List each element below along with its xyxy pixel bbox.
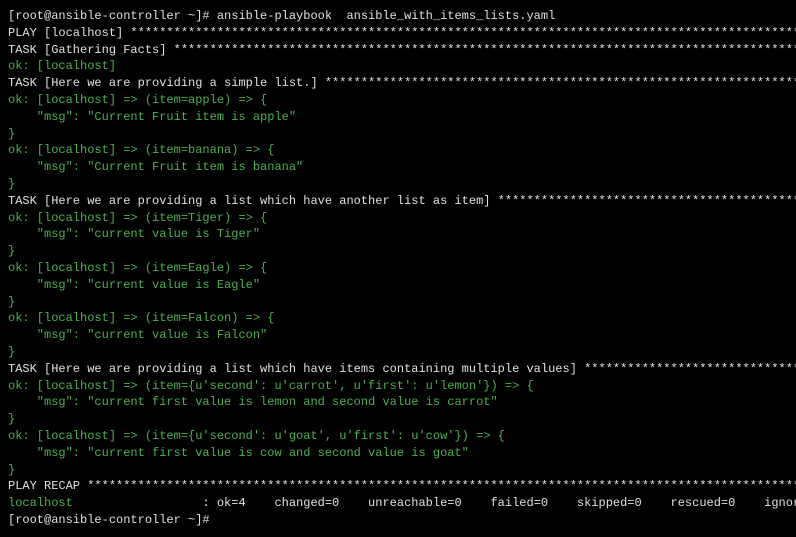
play-recap-header: PLAY RECAP *****************************… bbox=[8, 478, 788, 495]
item-banana: ok: [localhost] => (item=banana) => { bbox=[8, 142, 788, 159]
item-falcon: ok: [localhost] => (item=Falcon) => { bbox=[8, 310, 788, 327]
msg-tiger: "msg": "current value is Tiger" bbox=[8, 226, 788, 243]
task-nested-list-header: TASK [Here we are providing a list which… bbox=[8, 193, 788, 210]
task-simple-header: TASK [Here we are providing a simple lis… bbox=[8, 75, 788, 92]
task-gathering-header: TASK [Gathering Facts] *****************… bbox=[8, 42, 788, 59]
task-multi-header: TASK [Here we are providing a list which… bbox=[8, 361, 788, 378]
brace: } bbox=[8, 411, 788, 428]
brace: } bbox=[8, 126, 788, 143]
msg-falcon: "msg": "current value is Falcon" bbox=[8, 327, 788, 344]
brace: } bbox=[8, 294, 788, 311]
brace: } bbox=[8, 462, 788, 479]
msg-goat-cow: "msg": "current first value is cow and s… bbox=[8, 445, 788, 462]
msg-apple: "msg": "Current Fruit item is apple" bbox=[8, 109, 788, 126]
brace: } bbox=[8, 344, 788, 361]
item-eagle: ok: [localhost] => (item=Eagle) => { bbox=[8, 260, 788, 277]
brace: } bbox=[8, 243, 788, 260]
prompt-line: [root@ansible-controller ~]# ansible-pla… bbox=[8, 8, 788, 25]
msg-eagle: "msg": "current value is Eagle" bbox=[8, 277, 788, 294]
item-tiger: ok: [localhost] => (item=Tiger) => { bbox=[8, 210, 788, 227]
recap-line: localhost : ok=4 changed=0 unreachable=0… bbox=[8, 495, 788, 512]
item-carrot-lemon: ok: [localhost] => (item={u'second': u'c… bbox=[8, 378, 788, 395]
item-goat-cow: ok: [localhost] => (item={u'second': u'g… bbox=[8, 428, 788, 445]
play-header: PLAY [localhost] ***********************… bbox=[8, 25, 788, 42]
recap-host: localhost bbox=[8, 496, 73, 510]
recap-stats: : ok=4 changed=0 unreachable=0 failed=0 … bbox=[73, 496, 796, 510]
item-apple: ok: [localhost] => (item=apple) => { bbox=[8, 92, 788, 109]
msg-carrot-lemon: "msg": "current first value is lemon and… bbox=[8, 394, 788, 411]
brace: } bbox=[8, 176, 788, 193]
prompt-line-end[interactable]: [root@ansible-controller ~]# bbox=[8, 512, 788, 529]
msg-banana: "msg": "Current Fruit item is banana" bbox=[8, 159, 788, 176]
ok-localhost: ok: [localhost] bbox=[8, 58, 788, 75]
